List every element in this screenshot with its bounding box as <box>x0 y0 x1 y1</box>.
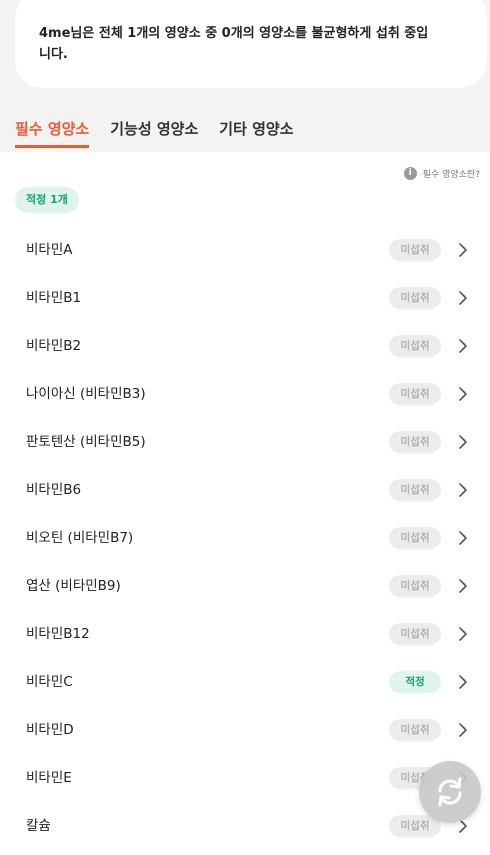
chevron-right-icon <box>459 627 467 641</box>
nutrient-row[interactable]: 비타민E 미섭취 <box>0 754 490 802</box>
chevron-right-icon <box>459 579 467 593</box>
info-icon: i <box>403 167 417 180</box>
intake-status-badge: 미섭취 <box>389 335 441 357</box>
chevron-right-icon <box>459 339 467 353</box>
adequate-count-badge: 적정 1개 <box>15 187 79 213</box>
nutrient-name: 비타민B12 <box>26 626 90 642</box>
intake-status-badge: 미섭취 <box>389 239 441 261</box>
summary-text: 4me님은 전체 1개의 영양소 중 0개의 영양소를 불균형하게 섭취 중입니… <box>39 26 429 62</box>
chevron-right-icon <box>459 291 467 305</box>
nutrient-row[interactable]: 비타민B6 미섭취 <box>0 466 490 514</box>
chevron-right-icon <box>459 387 467 401</box>
chevron-right-icon <box>459 723 467 737</box>
refresh-button[interactable] <box>419 761 481 823</box>
nutrient-tabs: 필수 영양소 기능성 영양소 기타 영양소 <box>15 118 315 150</box>
summary-section: 4me님은 전체 1개의 영양소 중 0개의 영양소를 불균형하게 섭취 중입니… <box>0 0 490 152</box>
essential-nutrient-help-link[interactable]: i 필수 영양소란? <box>403 167 480 180</box>
nutrient-name: 비타민B6 <box>26 482 82 498</box>
help-link-label: 필수 영양소란? <box>422 170 480 180</box>
chevron-right-icon <box>459 675 467 689</box>
nutrient-name: 비타민C <box>26 674 73 690</box>
tab-essential-nutrients[interactable]: 필수 영양소 <box>15 118 90 150</box>
intake-status-badge: 미섭취 <box>389 623 441 645</box>
nutrient-name: 칼슘 <box>26 818 51 834</box>
intake-status-badge: 미섭취 <box>389 527 441 549</box>
nutrient-row[interactable]: 비타민B12 미섭취 <box>0 610 490 658</box>
chevron-right-icon <box>459 243 467 257</box>
intake-status-badge: 미섭취 <box>389 479 441 501</box>
nutrient-row[interactable]: 엽산 (비타민B9) 미섭취 <box>0 562 490 610</box>
nutrient-row[interactable]: 비타민B1 미섭취 <box>0 274 490 322</box>
nutrient-name: 판토텐산 (비타민B5) <box>26 434 146 450</box>
nutrient-name: 비타민A <box>26 242 73 258</box>
intake-status-badge: 미섭취 <box>389 383 441 405</box>
intake-status-badge: 미섭취 <box>389 719 441 741</box>
nutrient-row[interactable]: 나이아신 (비타민B3) 미섭취 <box>0 370 490 418</box>
intake-status-badge: 미섭취 <box>389 575 441 597</box>
intake-status-badge: 적정 <box>389 671 441 693</box>
nutrient-row[interactable]: 비타민B2 미섭취 <box>0 322 490 370</box>
nutrient-name: 비타민E <box>26 770 72 786</box>
nutrient-row[interactable]: 비타민A 미섭취 <box>0 226 490 274</box>
nutrient-name: 비타민D <box>26 722 74 738</box>
tab-other-nutrients[interactable]: 기타 영양소 <box>219 118 293 150</box>
nutrient-name: 엽산 (비타민B9) <box>26 578 121 594</box>
chevron-right-icon <box>459 435 467 449</box>
nutrient-list-section: i 필수 영양소란? 적정 1개 비타민A 미섭취 비타민B1 미섭취 비타민B2 미섭취… <box>0 152 490 855</box>
nutrient-row[interactable]: 비타민D 미섭취 <box>0 706 490 754</box>
chevron-right-icon <box>459 483 467 497</box>
nutrient-row[interactable]: 칼슘 미섭취 <box>0 802 490 850</box>
intake-status-badge: 미섭취 <box>389 287 441 309</box>
summary-card: 4me님은 전체 1개의 영양소 중 0개의 영양소를 불균형하게 섭취 중입니… <box>15 0 487 88</box>
nutrient-row[interactable]: 판토텐산 (비타민B5) 미섭취 <box>0 418 490 466</box>
refresh-icon <box>438 777 462 807</box>
nutrient-row[interactable]: 비오틴 (비타민B7) 미섭취 <box>0 514 490 562</box>
nutrient-name: 비타민B1 <box>26 290 82 306</box>
nutrient-name: 비타민B2 <box>26 338 82 354</box>
nutrient-name: 나이아신 (비타민B3) <box>26 386 146 402</box>
nutrient-name: 비오틴 (비타민B7) <box>26 530 134 546</box>
nutrient-row[interactable]: 비타민C 적정 <box>0 658 490 706</box>
intake-status-badge: 미섭취 <box>389 431 441 453</box>
chevron-right-icon <box>459 531 467 545</box>
tab-functional-nutrients[interactable]: 기능성 영양소 <box>110 118 198 150</box>
